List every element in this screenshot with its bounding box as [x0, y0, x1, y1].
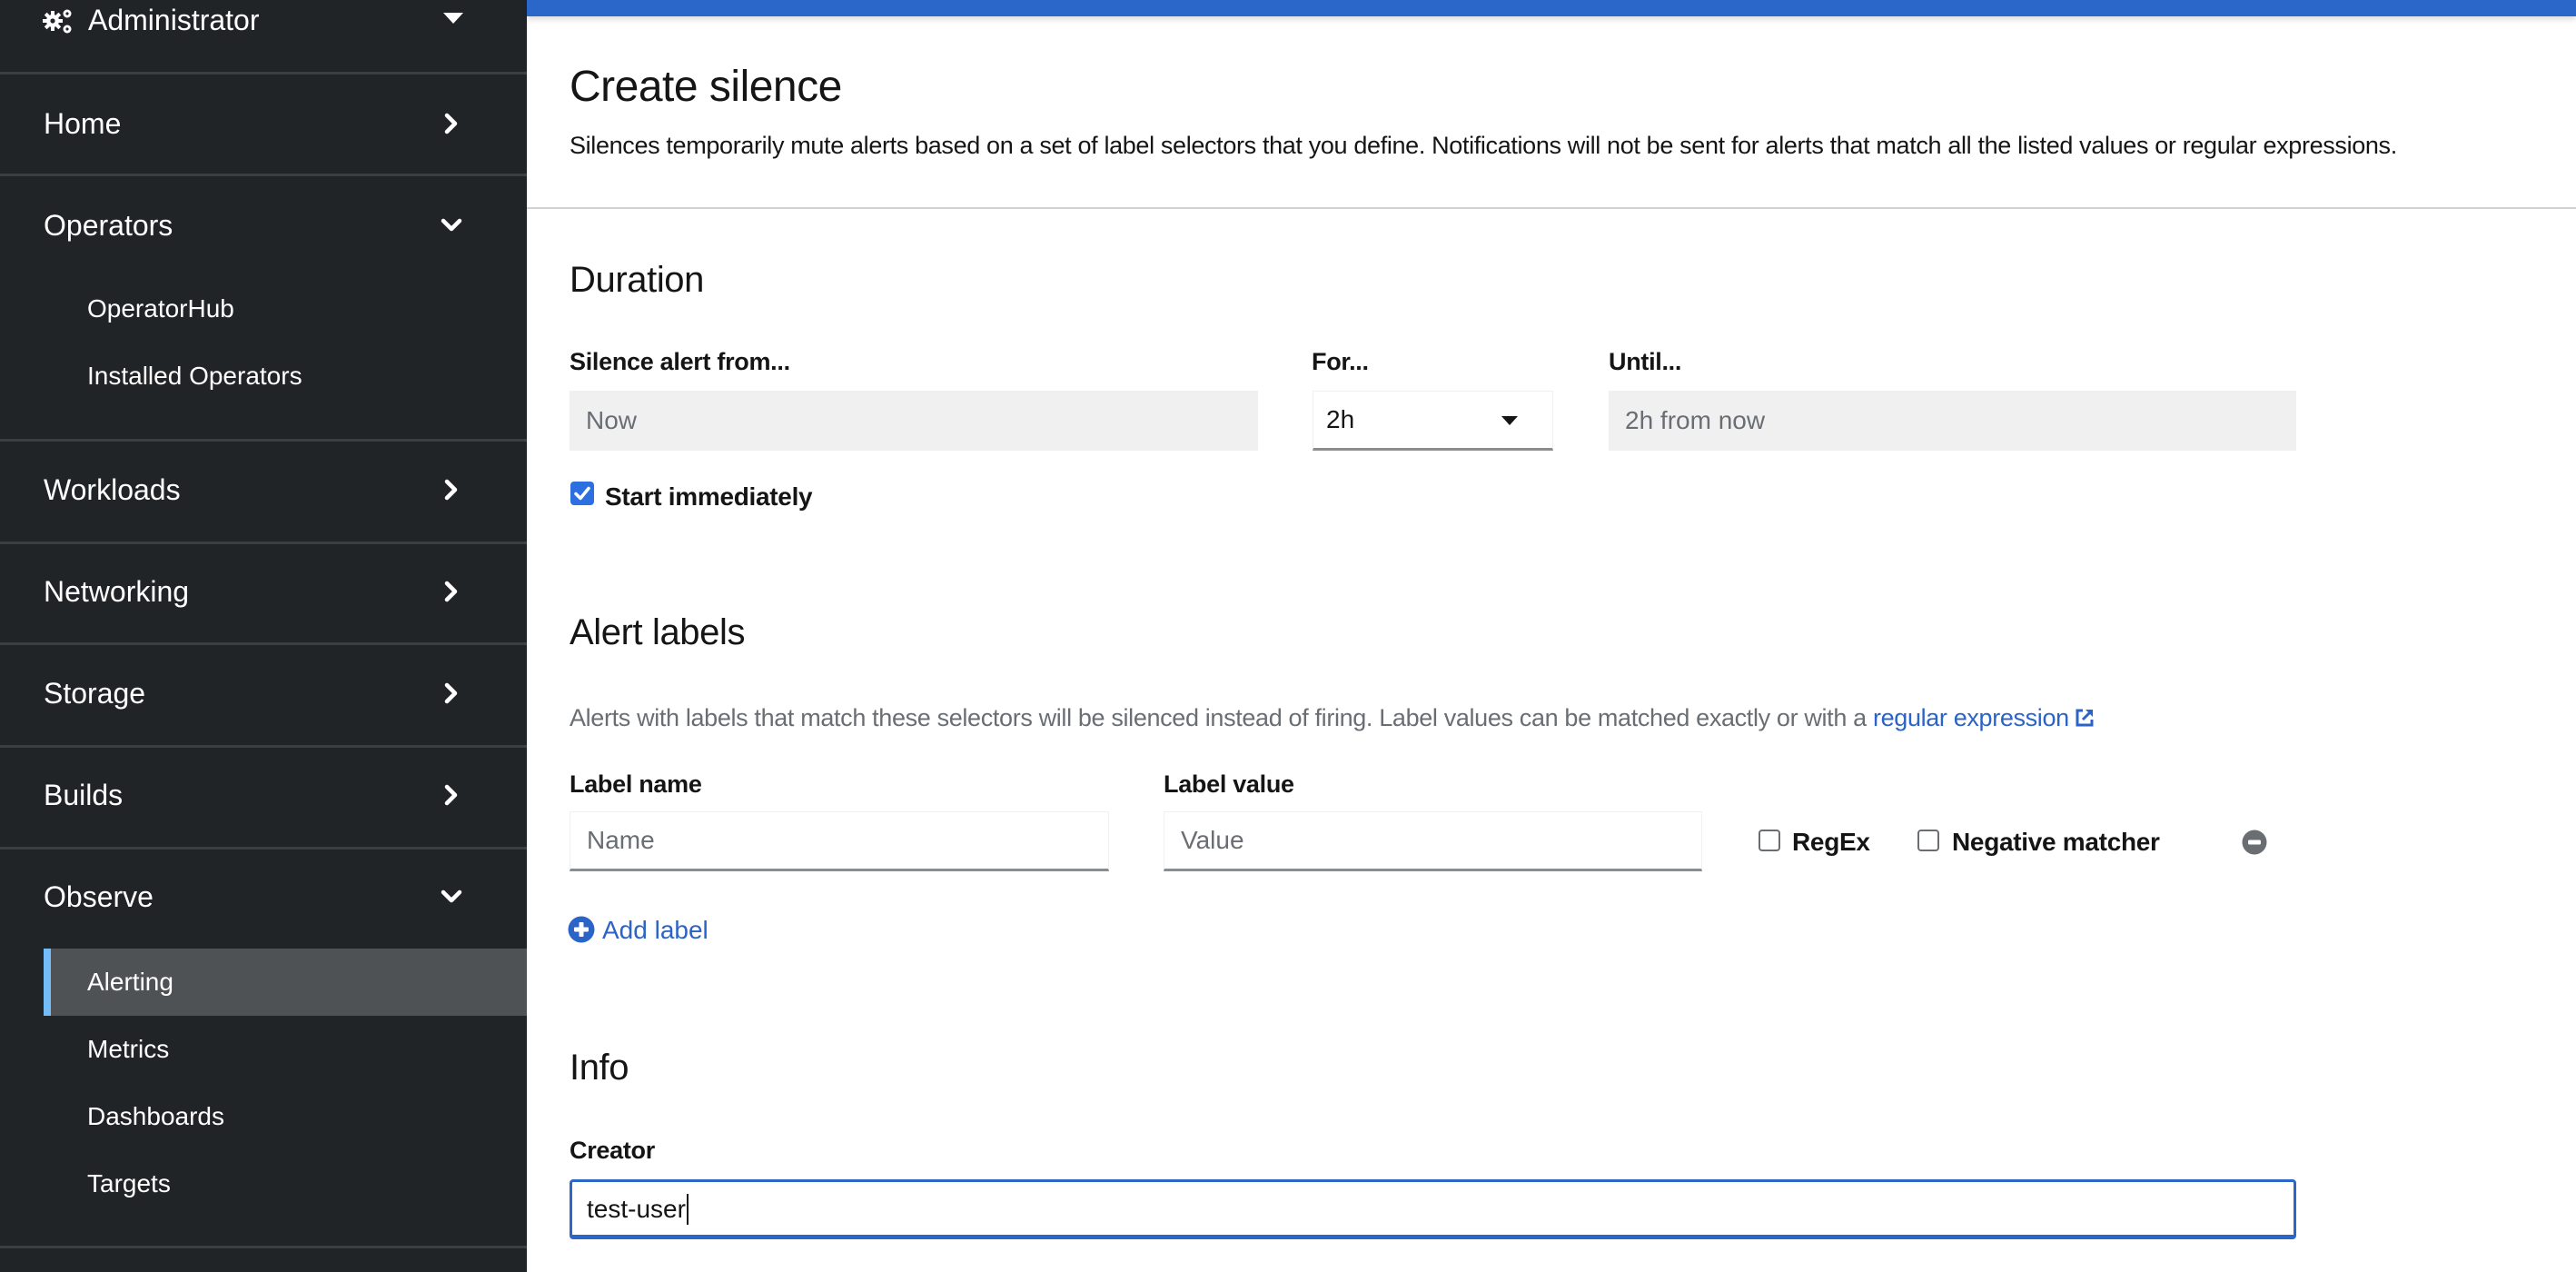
nav-section-observe[interactable]: Observe [0, 861, 527, 934]
nav-section-networking[interactable]: Networking [0, 556, 527, 629]
nav-item-label: Alerting [87, 968, 173, 996]
duration-select[interactable]: 2h [1313, 391, 1553, 451]
external-link-icon [2076, 709, 2094, 727]
nav-section-workloads[interactable]: Workloads [0, 454, 527, 527]
nav-divider [0, 174, 527, 176]
nav-divider [0, 847, 527, 850]
chevron-right-icon [444, 784, 458, 806]
nav-section-label: Storage [44, 677, 146, 710]
chevron-right-icon [444, 682, 458, 704]
chevron-down-icon [441, 218, 462, 232]
chevron-right-icon [444, 113, 458, 134]
nav-item-installed-operators[interactable]: Installed Operators [44, 343, 527, 410]
gears-icon [43, 9, 72, 34]
nav-section-label: Operators [44, 209, 173, 242]
silence-from-label: Silence alert from... [570, 348, 790, 375]
creator-input-value: test-user [587, 1194, 689, 1225]
remove-label-icon[interactable] [2242, 830, 2267, 855]
nav-divider [0, 72, 527, 75]
until-input[interactable] [1609, 391, 2296, 451]
nav-item-label: Installed Operators [87, 362, 302, 390]
sidebar-nav: Administrator Home Operators OperatorHub… [0, 0, 527, 1272]
until-label: Until... [1609, 348, 1682, 375]
plus-circle-icon [568, 916, 595, 943]
checkmark-icon [574, 486, 590, 501]
nav-section-home[interactable]: Home [0, 87, 527, 160]
nav-section-label: Workloads [44, 473, 181, 506]
link-label: regular expression [1872, 704, 2069, 731]
negative-matcher-label: Negative matcher [1952, 828, 2160, 856]
nav-item-label: Targets [87, 1169, 171, 1197]
nav-item-label: Dashboards [87, 1102, 224, 1130]
nav-item-label: OperatorHub [87, 294, 234, 323]
start-immediately-checkbox[interactable] [570, 482, 594, 505]
caret-down-icon [1501, 416, 1518, 425]
duration-heading: Duration [570, 260, 704, 300]
nav-divider [0, 439, 527, 442]
for-label: For... [1312, 348, 1369, 375]
alert-labels-helper-text: Alerts with labels that match these sele… [570, 702, 2095, 733]
regex-checkbox[interactable] [1759, 830, 1780, 851]
nav-section-label: Home [44, 107, 122, 140]
nav-divider [0, 745, 527, 748]
perspective-switcher[interactable]: Administrator [0, 0, 527, 73]
label-value-input[interactable] [1164, 811, 1702, 871]
helper-text: Alerts with labels that match these sele… [570, 704, 1873, 731]
nav-divider [0, 642, 527, 645]
nav-item-dashboards[interactable]: Dashboards [44, 1083, 527, 1150]
chevron-down-icon [441, 889, 462, 903]
header-divider [527, 207, 2576, 209]
creator-value-text: test-user [587, 1195, 686, 1223]
nav-item-alerting[interactable]: Alerting [44, 949, 527, 1016]
label-name-input[interactable] [570, 811, 1109, 871]
regular-expression-link[interactable]: regular expression [1873, 704, 2095, 731]
add-label-text: Add label [602, 916, 708, 944]
chevron-right-icon [444, 581, 458, 602]
perspective-label: Administrator [88, 4, 260, 36]
nav-item-operatorhub[interactable]: OperatorHub [44, 275, 527, 343]
chevron-right-icon [444, 479, 458, 501]
silence-from-input[interactable] [570, 391, 1258, 451]
nav-section-storage[interactable]: Storage [0, 658, 527, 730]
nav-section-label: Networking [44, 575, 190, 608]
text-cursor [686, 1194, 689, 1225]
nav-item-metrics[interactable]: Metrics [44, 1016, 527, 1083]
negative-matcher-checkbox[interactable] [1917, 830, 1939, 851]
nav-section-label: Builds [44, 779, 124, 811]
nav-item-label: Metrics [87, 1035, 170, 1063]
creator-label: Creator [570, 1137, 655, 1164]
nav-section-builds[interactable]: Builds [0, 760, 527, 832]
creator-input[interactable]: test-user [570, 1179, 2296, 1239]
alert-labels-heading: Alert labels [570, 612, 746, 652]
label-name-label: Label name [570, 770, 702, 798]
nav-section-operators[interactable]: Operators [0, 189, 527, 262]
nav-divider [0, 542, 527, 544]
start-immediately-label: Start immediately [605, 482, 813, 511]
nav-section-label: Observe [44, 880, 154, 913]
caret-down-icon [443, 13, 463, 24]
info-heading: Info [570, 1048, 629, 1088]
regex-label: RegEx [1792, 828, 1870, 856]
label-value-label: Label value [1164, 770, 1294, 798]
notification-banner [527, 0, 2576, 16]
duration-select-value: 2h [1326, 405, 1355, 433]
nav-divider [0, 1246, 527, 1248]
page-description: Silences temporarily mute alerts based o… [570, 132, 2397, 159]
nav-item-targets[interactable]: Targets [44, 1150, 527, 1217]
page-title: Create silence [570, 63, 842, 111]
